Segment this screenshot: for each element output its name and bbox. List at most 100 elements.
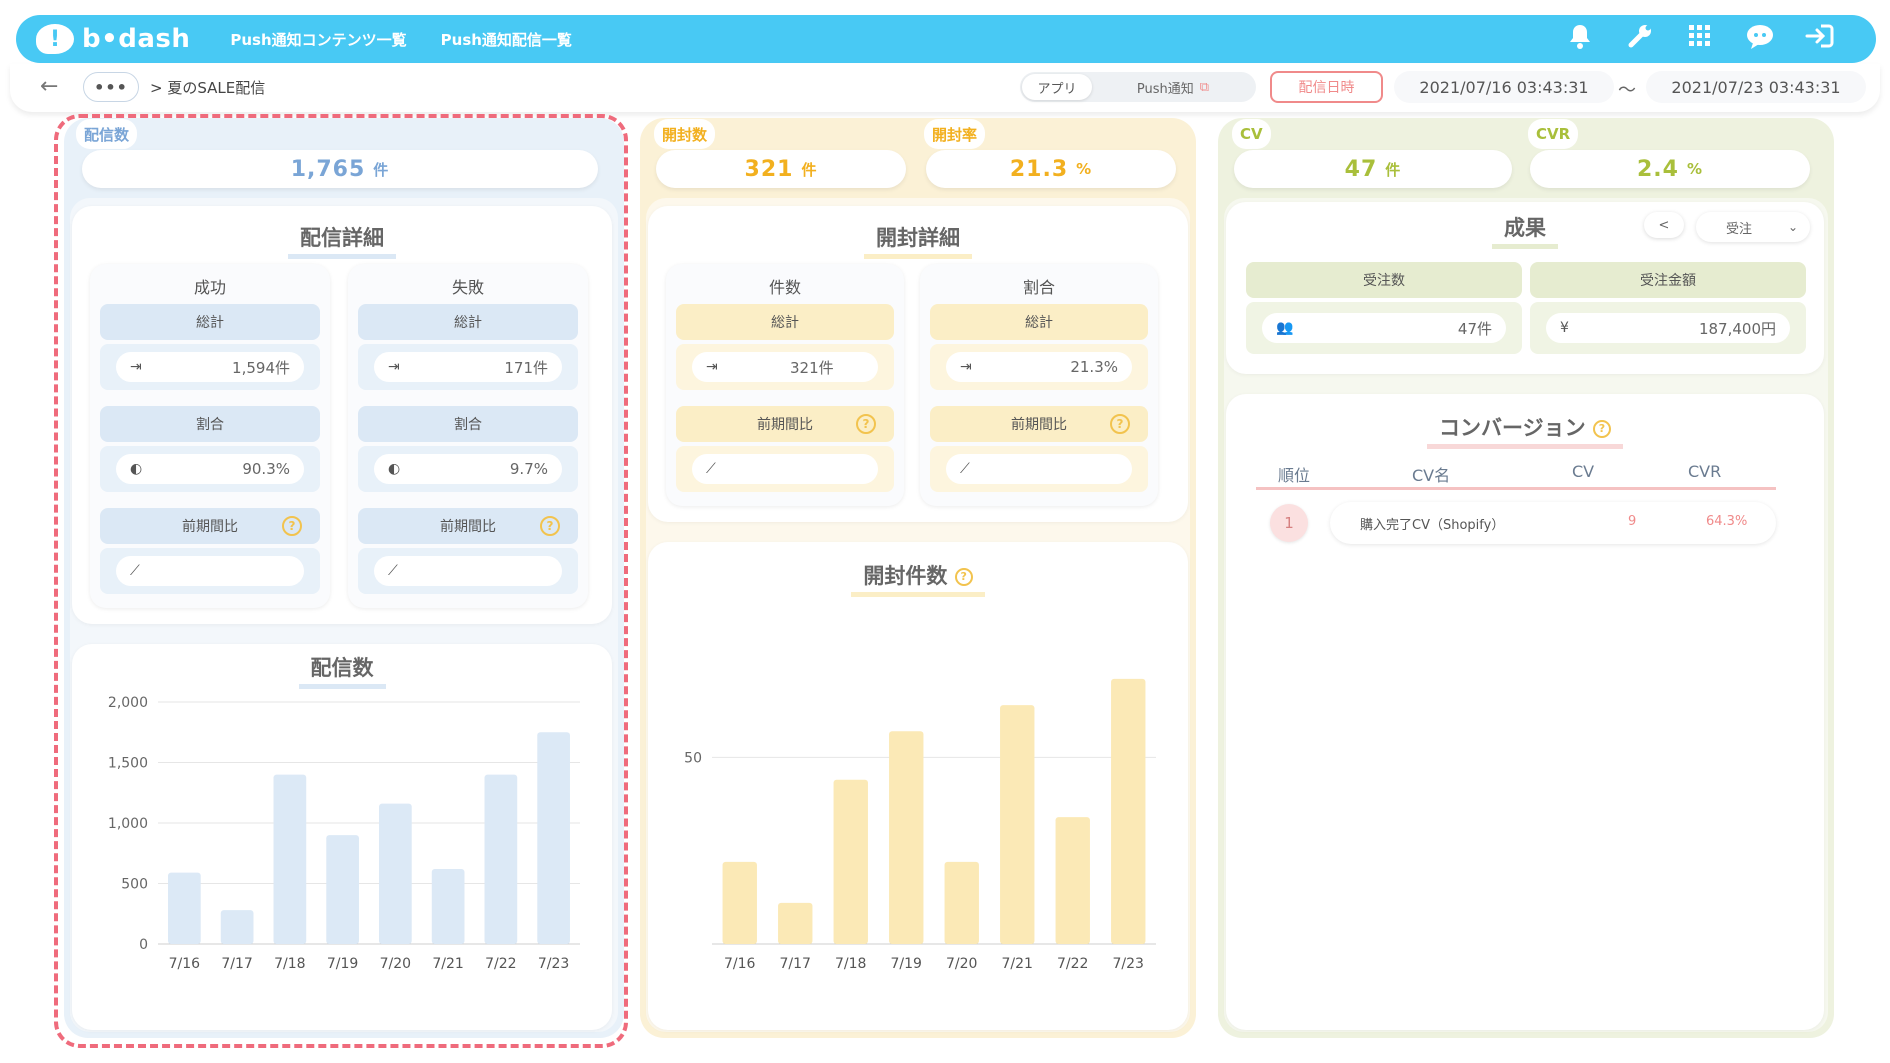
share-button[interactable]: < [1644,212,1684,238]
segment-push[interactable]: Push通知 ⧉ [1092,74,1254,100]
wrench-icon[interactable] [1624,23,1656,56]
conv-rank-badge: 1 [1270,504,1308,542]
table-row[interactable]: 購入完了CV（Shopify） 9 64.3% [1330,502,1776,544]
conv-row-name: 購入完了CV（Shopify） [1360,518,1505,533]
open-count-total-row: ⇥ 321件 [676,344,894,390]
kpi-open-rate-unit: % [1076,160,1093,178]
amount-value: 187,400円 [1698,319,1776,338]
open-count-compare-header: 前期間比 ? [676,406,894,442]
delivery-date-button[interactable]: 配信日時 [1270,71,1383,103]
x-tick-label: 7/16 [169,956,201,972]
bar [778,902,813,944]
open-rate-compare-row: ⟋ [930,446,1148,492]
success-total-row: ⇥ 1,594件 [100,344,320,390]
x-tick-label: 7/20 [380,956,411,972]
results-select[interactable]: 受注 ⌄ [1696,212,1810,242]
kpi-cvr-unit: % [1686,160,1703,178]
line-chart-icon: ⟋ [388,563,398,579]
open-rate-total-row: ⇥ 21.3% [930,344,1148,390]
help-icon[interactable]: ? [540,516,560,536]
bar [220,910,254,944]
amount-row: ¥187,400円 [1530,302,1806,354]
x-tick-label: 7/20 [946,956,977,972]
success-subcard: 成功 総計 ⇥ 1,594件 割合 ◐ 90.3% 前期間比 ? ⟋ [90,264,330,608]
top-nav: Push通知コンテンツ一覧 Push通知配信一覧 [230,29,572,50]
failure-total-header: 総計 [358,304,578,340]
logo-text: b•dash [82,24,191,54]
bar [944,861,979,944]
kpi-cv-number: 47 [1344,156,1378,182]
open-rate-subcard: 割合 総計 ⇥ 21.3% 前期間比 ? ⟋ [920,264,1158,506]
breadcrumb: > 夏のSALE配信 [150,79,266,97]
bar [379,803,412,944]
delivery-detail-title: 配信詳細 [72,222,612,259]
help-icon[interactable]: ? [1110,414,1130,434]
date-to-field[interactable]: 2021/07/23 03:43:31 [1646,71,1866,103]
open-bar-chart: 50 7/16 7/17 7/18 7/19 7/20 7/21 7/22 7/23 [684,678,1156,972]
kpi-open-rate-number: 21.3 [1009,156,1069,182]
support-chat-icon[interactable] [1744,23,1776,56]
line-chart-icon: ⟋ [960,461,970,477]
orders-value: 47件 [1457,319,1492,338]
failure-ratio-header: 割合 [358,406,578,442]
bar [168,872,201,944]
bar [1111,678,1146,944]
help-icon[interactable]: ? [282,516,302,536]
open-rate-compare-label: 前期間比 [1011,417,1067,433]
help-icon[interactable]: ? [1592,420,1611,438]
failure-compare-label: 前期間比 [440,519,496,535]
back-arrow-icon[interactable]: ← [40,74,58,99]
failure-compare-row: ⟋ [358,548,578,594]
money-icon: ¥ [1560,320,1569,336]
y-tick-label: 0 [139,937,148,953]
help-icon[interactable]: ? [856,414,876,434]
conv-row-cvr: 64.3% [1706,514,1748,529]
kpi-open-rate-label: 開封率 [924,119,986,149]
kpi-cvr-label: CVR [1528,119,1579,149]
open-rate-title: 割合 [1022,278,1055,297]
conversion-title: コンバージョン ? [1226,412,1824,449]
bar [889,731,924,944]
kpi-deliveries-unit: 件 [373,160,390,179]
success-compare-label: 前期間比 [182,519,238,535]
date-from-field[interactable]: 2021/07/16 03:43:31 [1394,71,1614,103]
open-count-compare-label: 前期間比 [757,417,813,433]
push-copy-icon: ⧉ [1199,79,1210,95]
failure-ratio-value: 9.7% [509,460,548,478]
bell-icon[interactable] [1564,23,1596,56]
success-title: 成功 [193,278,226,297]
failure-ratio-row: ◐ 9.7% [358,446,578,492]
open-count-subcard: 件数 総計 ⇥ 321件 前期間比 ? ⟋ [666,264,904,506]
open-count-total-header: 総計 [676,304,894,340]
logout-icon[interactable] [1804,23,1836,56]
segment-app[interactable]: アプリ [1022,74,1092,100]
y-tick-label: 1,500 [108,756,148,772]
conv-header-rank: 順位 [1278,466,1311,485]
export-icon: ⇥ [388,359,400,375]
top-navigation-bar: ! b•dash Push通知コンテンツ一覧 Push通知配信一覧 [16,15,1876,63]
delivery-chart-card: 配信数 0 500 1,000 1,500 2,000 7/16 7/17 7/18 7/19 7… [72,644,612,1030]
nav-push-content-list[interactable]: Push通知コンテンツ一覧 [230,29,406,50]
chevron-down-icon: ⌄ [1787,220,1798,234]
bdash-logo[interactable]: ! b•dash [36,24,190,54]
conv-header-divider [1256,487,1776,490]
export-icon: ⇥ [960,359,972,375]
apps-grid-icon[interactable] [1684,24,1716,54]
x-tick-label: 7/17 [780,956,811,972]
orders-header: 受注数 [1246,262,1522,298]
bar [326,835,359,944]
logo-bubble-icon: ! [36,24,74,54]
open-rate-total-value: 21.3% [1070,358,1118,376]
open-rate-total-header: 総計 [930,304,1148,340]
more-menu-button[interactable]: ••• [83,72,139,102]
kpi-cv-label: CV [1232,119,1271,149]
success-compare-row: ⟋ [100,548,320,594]
conv-row-cv: 9 [1628,514,1637,529]
nav-push-delivery-list[interactable]: Push通知配信一覧 [441,29,572,50]
kpi-cv-value: 47 件 [1234,150,1512,188]
open-count-compare-row: ⟋ [676,446,894,492]
bar [1000,705,1035,944]
pie-icon: ◐ [388,461,401,477]
kpi-opens-unit: 件 [801,160,818,179]
sub-toolbar: ← ••• > 夏のSALE配信 アプリ Push通知 ⧉ 配信日時 2021/… [10,64,1880,112]
